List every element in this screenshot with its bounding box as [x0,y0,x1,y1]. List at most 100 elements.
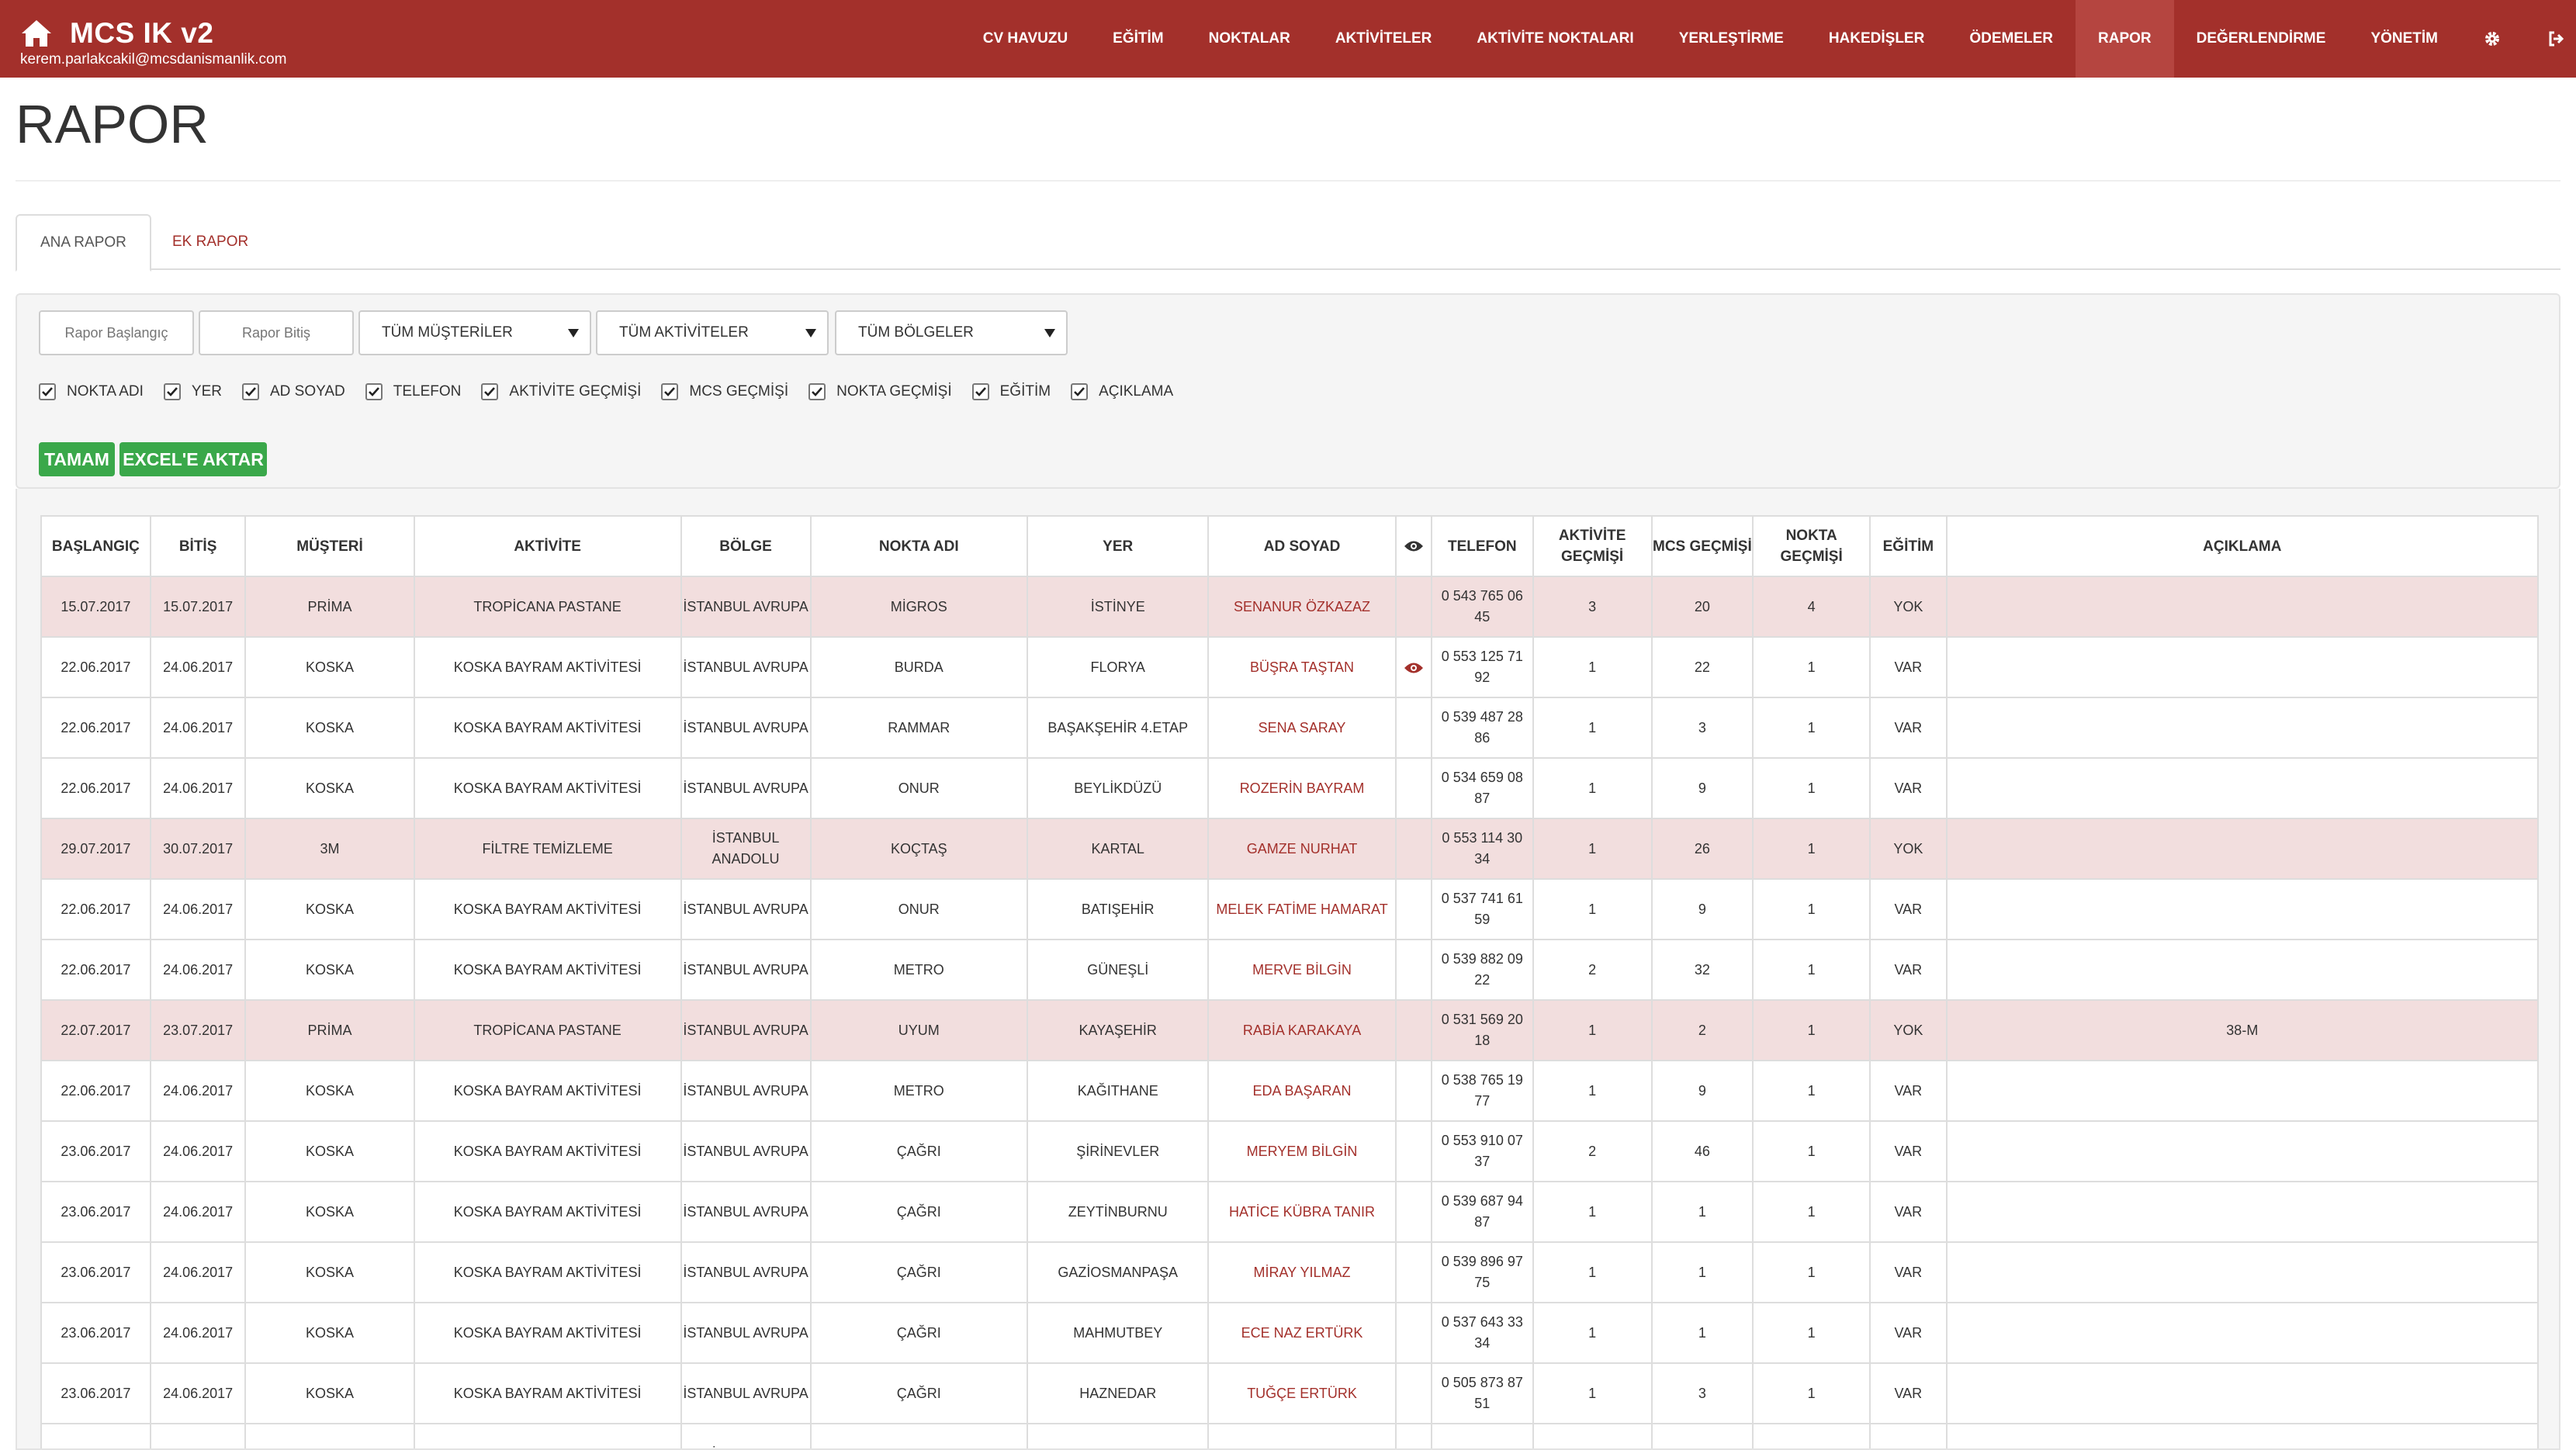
person-name-link[interactable]: HATİCE KÜBRA TANIR [1207,1181,1397,1243]
checkbox-box[interactable] [808,383,826,400]
table-row[interactable]: 23.06.2017 24.06.2017 KOSKA KOSKA BAYRAM AK… [40,1120,2540,1182]
table-row[interactable]: 23.06.2017 24.06.2017 KOSKA KOSKA BAYRAM AK… [40,1241,2540,1303]
column-header-ad-soyad[interactable]: AD SOYAD [1207,515,1397,577]
table-row[interactable]: 22.06.2017 24.06.2017 KOSKA KOSKA BAYRAM AK… [40,697,2540,759]
nav-item-aktivite-noktalari[interactable]: AKTİVİTE NOKTALARI [1454,0,1656,78]
column-header-bolge[interactable]: BÖLGE [680,515,812,577]
table-row[interactable]: 29.07.2017 30.07.2017 3M FİLTRE TEMİZLEME İS… [40,818,2540,880]
table-row[interactable]: İSTANBUL 0 553 958 [40,1423,2540,1448]
column-header-baslangic[interactable]: BAŞLANGIÇ [40,515,151,577]
customer-select[interactable]: TÜM MÜŞTERİLER [358,310,591,355]
checkbox-box[interactable] [163,383,181,400]
table-cell: KOSKA [244,1120,415,1182]
table-cell: 1 [1532,697,1653,759]
person-name-link[interactable]: MELEK FATİME HAMARAT [1207,878,1397,940]
table-cell: HAZNEDAR [1027,1362,1210,1424]
checkbox-box[interactable] [661,383,679,400]
column-header-aciklama[interactable]: AÇIKLAMA [1945,515,2540,577]
table-row[interactable]: 15.07.2017 15.07.2017 PRİMA TROPİCANA PASTA… [40,576,2540,638]
person-name-link[interactable]: SENA SARAY [1207,697,1397,759]
table-row[interactable]: 22.07.2017 23.07.2017 PRİMA TROPİCANA PASTA… [40,999,2540,1061]
column-header-nokta-gecmisi[interactable]: NOKTA GEÇMİŞİ [1752,515,1871,577]
report-end-date-input[interactable] [199,310,354,355]
table-row[interactable]: 22.06.2017 24.06.2017 KOSKA KOSKA BAYRAM AK… [40,636,2540,698]
tab-ek-rapor[interactable]: EK RAPOR [149,214,272,270]
table-cell: 24.06.2017 [149,1060,247,1122]
nav-item-hakedisler[interactable]: HAKEDİŞLER [1806,0,1948,78]
column-header-mcs-gecmisi[interactable]: MCS GEÇMİŞİ [1650,515,1754,577]
column-header-aktivite-gecmisi[interactable]: AKTİVİTE GEÇMİŞİ [1532,515,1653,577]
person-name-link[interactable]: ECE NAZ ERTÜRK [1207,1302,1397,1364]
table-row[interactable]: 22.06.2017 24.06.2017 KOSKA KOSKA BAYRAM AK… [40,757,2540,819]
table-cell [1650,1423,1754,1448]
checkbox-box[interactable] [1071,383,1089,400]
table-cell: 23.06.2017 [40,1241,151,1303]
checkbox-mcs-gecmisi[interactable]: MCS GEÇMİŞİ [661,383,788,400]
table-row[interactable]: 23.06.2017 24.06.2017 KOSKA KOSKA BAYRAM AK… [40,1181,2540,1243]
nav-item-degerlendirme[interactable]: DEĞERLENDİRME [2174,0,2349,78]
settings-button[interactable] [2460,0,2524,78]
person-name-link[interactable]: MERYEM BİLGİN [1207,1120,1397,1182]
table-cell: BEYLİKDÜZÜ [1027,757,1210,819]
checkbox-telefon[interactable]: TELEFON [365,383,461,400]
checkbox-yer[interactable]: YER [163,383,222,400]
checkbox-box[interactable] [39,383,56,400]
checkbox-box[interactable] [971,383,989,400]
brand-link[interactable]: MCS IK v2 [20,17,213,50]
column-header-bitis[interactable]: BİTİŞ [149,515,247,577]
person-name-link[interactable]: RABİA KARAKAYA [1207,999,1397,1061]
column-header-aktivite[interactable]: AKTİVİTE [413,515,682,577]
column-header-yer[interactable]: YER [1027,515,1210,577]
checkbox-ad-soyad[interactable]: AD SOYAD [241,383,345,400]
checkbox-box[interactable] [481,383,499,400]
person-name-link[interactable]: ROZERİN BAYRAM [1207,757,1397,819]
person-name-link[interactable]: SENANUR ÖZKAZAZ [1207,576,1397,638]
nav-item-egitim[interactable]: EĞİTİM [1090,0,1186,78]
checkbox-nokta-gecmisi[interactable]: NOKTA GEÇMİŞİ [808,383,952,400]
table-row[interactable]: 22.06.2017 24.06.2017 KOSKA KOSKA BAYRAM AK… [40,878,2540,940]
nav-item-cv-havuzu[interactable]: CV HAVUZU [961,0,1090,78]
nav-item-yerlestirme[interactable]: YERLEŞTİRME [1657,0,1806,78]
person-name-link[interactable]: MERVE BİLGİN [1207,939,1397,1001]
column-header-view[interactable] [1394,515,1432,577]
logout-button[interactable] [2524,0,2576,78]
checkbox-egitim[interactable]: EĞİTİM [971,383,1051,400]
export-excel-button[interactable]: EXCEL'E AKTAR [119,442,267,476]
checkbox-box[interactable] [241,383,259,400]
column-header-musteri[interactable]: MÜŞTERİ [244,515,415,577]
column-header-nokta-adi[interactable]: NOKTA ADI [809,515,1029,577]
checkbox-nokta-adi[interactable]: NOKTA ADI [39,383,144,400]
checkbox-box[interactable] [365,383,383,400]
eye-icon[interactable] [1404,661,1424,675]
activity-select[interactable]: TÜM AKTİVİTELER [596,310,829,355]
table-cell: 29.07.2017 [40,818,151,880]
table-cell: 1 [1650,1302,1754,1364]
report-start-date-input[interactable] [39,310,194,355]
person-name-link[interactable]: TUĞÇE ERTÜRK [1207,1362,1397,1424]
table-cell: 1 [1532,1060,1653,1122]
top-navbar: MCS IK v2 kerem.parlakcakil@mcsdanismanl… [0,0,2576,78]
person-name-link[interactable] [1207,1423,1397,1448]
checkbox-aktivite-gecmisi[interactable]: AKTİVİTE GEÇMİŞİ [481,383,641,400]
ok-button[interactable]: TAMAM [39,442,115,476]
person-name-link[interactable]: MİRAY YILMAZ [1207,1241,1397,1303]
nav-item-noktalar[interactable]: NOKTALAR [1186,0,1313,78]
person-name-link[interactable]: BÜŞRA TAŞTAN [1207,636,1397,698]
column-header-telefon[interactable]: TELEFON [1430,515,1534,577]
person-name-link[interactable]: GAMZE NURHAT [1207,818,1397,880]
column-header-egitim[interactable]: EĞİTİM [1869,515,1948,577]
nav-item-rapor[interactable]: RAPOR [2076,0,2174,78]
nav-item-yonetim[interactable]: YÖNETİM [2348,0,2460,78]
table-cell: 1 [1532,757,1653,819]
nav-item-odemeler[interactable]: ÖDEMELER [1947,0,2076,78]
table-cell: İSTANBUL AVRUPA [680,636,812,698]
region-select[interactable]: TÜM BÖLGELER [835,310,1068,355]
table-row[interactable]: 23.06.2017 24.06.2017 KOSKA KOSKA BAYRAM AK… [40,1302,2540,1364]
tab-ana-rapor[interactable]: ANA RAPOR [16,214,151,272]
nav-item-aktiviteler[interactable]: AKTİVİTELER [1313,0,1455,78]
checkbox-aciklama[interactable]: AÇIKLAMA [1071,383,1173,400]
table-row[interactable]: 22.06.2017 24.06.2017 KOSKA KOSKA BAYRAM AK… [40,1060,2540,1122]
table-row[interactable]: 22.06.2017 24.06.2017 KOSKA KOSKA BAYRAM AK… [40,939,2540,1001]
table-row[interactable]: 23.06.2017 24.06.2017 KOSKA KOSKA BAYRAM AK… [40,1362,2540,1424]
person-name-link[interactable]: EDA BAŞARAN [1207,1060,1397,1122]
